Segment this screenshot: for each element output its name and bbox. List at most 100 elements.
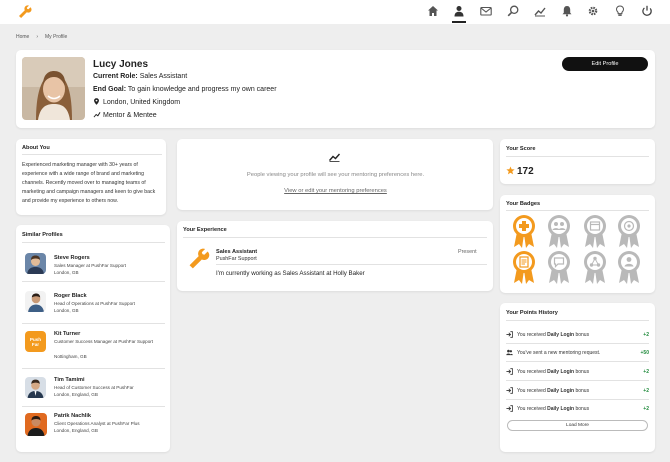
end-goal: End Goal: To gain knowledge and progress… — [93, 86, 277, 93]
chart-icon[interactable] — [533, 4, 547, 18]
points-row-divider — [506, 399, 649, 400]
badges-title: Your Badges — [506, 201, 541, 207]
home-icon[interactable] — [426, 4, 440, 18]
search-icon[interactable] — [506, 4, 520, 18]
about-title: About You — [22, 145, 50, 151]
star-icon — [506, 166, 515, 175]
similar-profile-name[interactable]: Patrik Nachlik — [54, 413, 91, 419]
experience-title: Your Experience — [183, 227, 227, 233]
badge-first-aid-icon[interactable] — [511, 214, 537, 248]
location: London, United Kingdom — [93, 98, 180, 106]
points-row-bold: Daily Login — [547, 369, 575, 375]
similar-profile-name[interactable]: Tim Tamimi — [54, 377, 85, 383]
similar-profiles-title: Similar Profiles — [22, 232, 63, 238]
badge-document-icon[interactable] — [511, 250, 537, 284]
gear-icon[interactable] — [586, 4, 600, 18]
points-row-bold: Daily Login — [547, 332, 575, 338]
points-row-suffix: bonus — [574, 388, 590, 394]
active-nav-indicator — [452, 21, 466, 23]
points-row-bold: Daily Login — [547, 406, 575, 412]
similar-profile-name[interactable]: Roger Black — [54, 293, 87, 299]
list-divider — [22, 323, 165, 324]
profile-photo — [22, 57, 85, 120]
breadcrumb: Home › My Profile — [16, 34, 67, 40]
badges-divider — [506, 210, 649, 211]
list-divider — [22, 281, 165, 282]
wrench-logo-icon[interactable] — [18, 5, 32, 19]
similar-profile-location: London, GB — [54, 270, 79, 275]
end-goal-value: To gain knowledge and progress my own ca… — [127, 86, 277, 93]
similar-profile-location: Nottingham, GB — [54, 354, 87, 359]
users-icon — [506, 349, 513, 356]
login-icon — [506, 405, 513, 412]
login-icon — [506, 387, 513, 394]
edit-profile-button[interactable]: Edit Profile — [562, 57, 648, 71]
avatar — [25, 253, 46, 274]
experience-job-title: Sales Assistant — [216, 249, 258, 255]
points-row-prefix: You've sent a new mentoring request. — [517, 350, 601, 356]
similar-profile-name[interactable]: Kit Turner — [54, 331, 80, 337]
edit-mentoring-preferences-link[interactable]: View or edit your mentoring preferences — [178, 188, 493, 194]
points-row-divider — [506, 361, 649, 362]
badge-person-icon[interactable] — [616, 250, 642, 284]
points-row-value: +2 — [643, 332, 649, 338]
mentor-type: Mentor & Mentee — [93, 111, 157, 119]
power-icon[interactable] — [640, 4, 654, 18]
login-icon — [506, 368, 513, 375]
mentoring-chart-icon — [93, 112, 101, 118]
current-role-value: Sales Assistant — [139, 73, 188, 80]
points-row-prefix: You received — [517, 369, 548, 375]
experience-divider — [183, 237, 487, 238]
top-navigation-bar — [0, 0, 670, 24]
experience-period: Present — [458, 249, 477, 255]
badge-target-icon[interactable] — [616, 214, 642, 248]
experience-company: PushFar Support — [216, 256, 257, 262]
breadcrumb-current: My Profile — [45, 34, 68, 40]
breadcrumb-separator: › — [36, 34, 39, 40]
user-icon[interactable] — [452, 4, 466, 18]
similar-profile-location: London, GB — [54, 308, 79, 313]
list-divider — [22, 406, 165, 407]
location-pin-icon — [94, 98, 99, 105]
score-divider — [506, 156, 649, 157]
points-row-value: +2 — [643, 406, 649, 412]
avatar — [25, 291, 46, 312]
avatar — [25, 413, 47, 436]
experience-description: I'm currently working as Sales Assistant… — [216, 270, 365, 277]
points-row-suffix: bonus — [574, 369, 590, 375]
points-row-value: +50 — [640, 350, 649, 356]
wrench-icon — [188, 248, 210, 270]
points-row-prefix: You received — [517, 406, 548, 412]
end-goal-label: End Goal: — [93, 86, 127, 93]
points-divider — [506, 320, 649, 321]
badge-chat-icon[interactable] — [546, 250, 572, 284]
badge-mentoring-icon[interactable] — [546, 214, 572, 248]
about-text: Experienced marketing manager with 30+ y… — [22, 162, 156, 204]
breadcrumb-home[interactable]: Home — [16, 34, 29, 40]
current-role: Current Role: Sales Assistant — [93, 73, 187, 80]
points-row-bold: Daily Login — [547, 388, 575, 394]
points-row-prefix: You received — [517, 332, 548, 338]
current-role-label: Current Role: — [93, 73, 138, 80]
pushfar-logo-avatar: Push Far — [25, 331, 46, 352]
avatar — [25, 377, 46, 398]
load-more-button[interactable]: Load More — [507, 420, 648, 431]
badge-network-icon[interactable] — [582, 250, 608, 284]
experience-inner-divider — [216, 264, 487, 265]
similar-divider — [22, 242, 165, 243]
mail-icon[interactable] — [479, 4, 493, 18]
badge-calendar-icon[interactable] — [582, 214, 608, 248]
points-row-prefix: You received — [517, 388, 548, 394]
similar-profile-role: Customer Success Manager at PushFar Supp… — [54, 339, 154, 344]
mentor-type-text: Mentor & Mentee — [103, 112, 157, 119]
points-row-divider — [506, 380, 649, 381]
lightbulb-icon[interactable] — [613, 4, 627, 18]
profile-name: Lucy Jones — [93, 59, 149, 70]
points-row-suffix: bonus — [574, 332, 590, 338]
bell-icon[interactable] — [560, 4, 574, 18]
similar-profile-location: London, England, GB — [54, 428, 98, 433]
about-divider — [22, 154, 162, 155]
similar-profile-name[interactable]: Steve Rogers — [54, 255, 90, 261]
points-row-divider — [506, 343, 649, 344]
points-row-value: +2 — [643, 369, 649, 375]
